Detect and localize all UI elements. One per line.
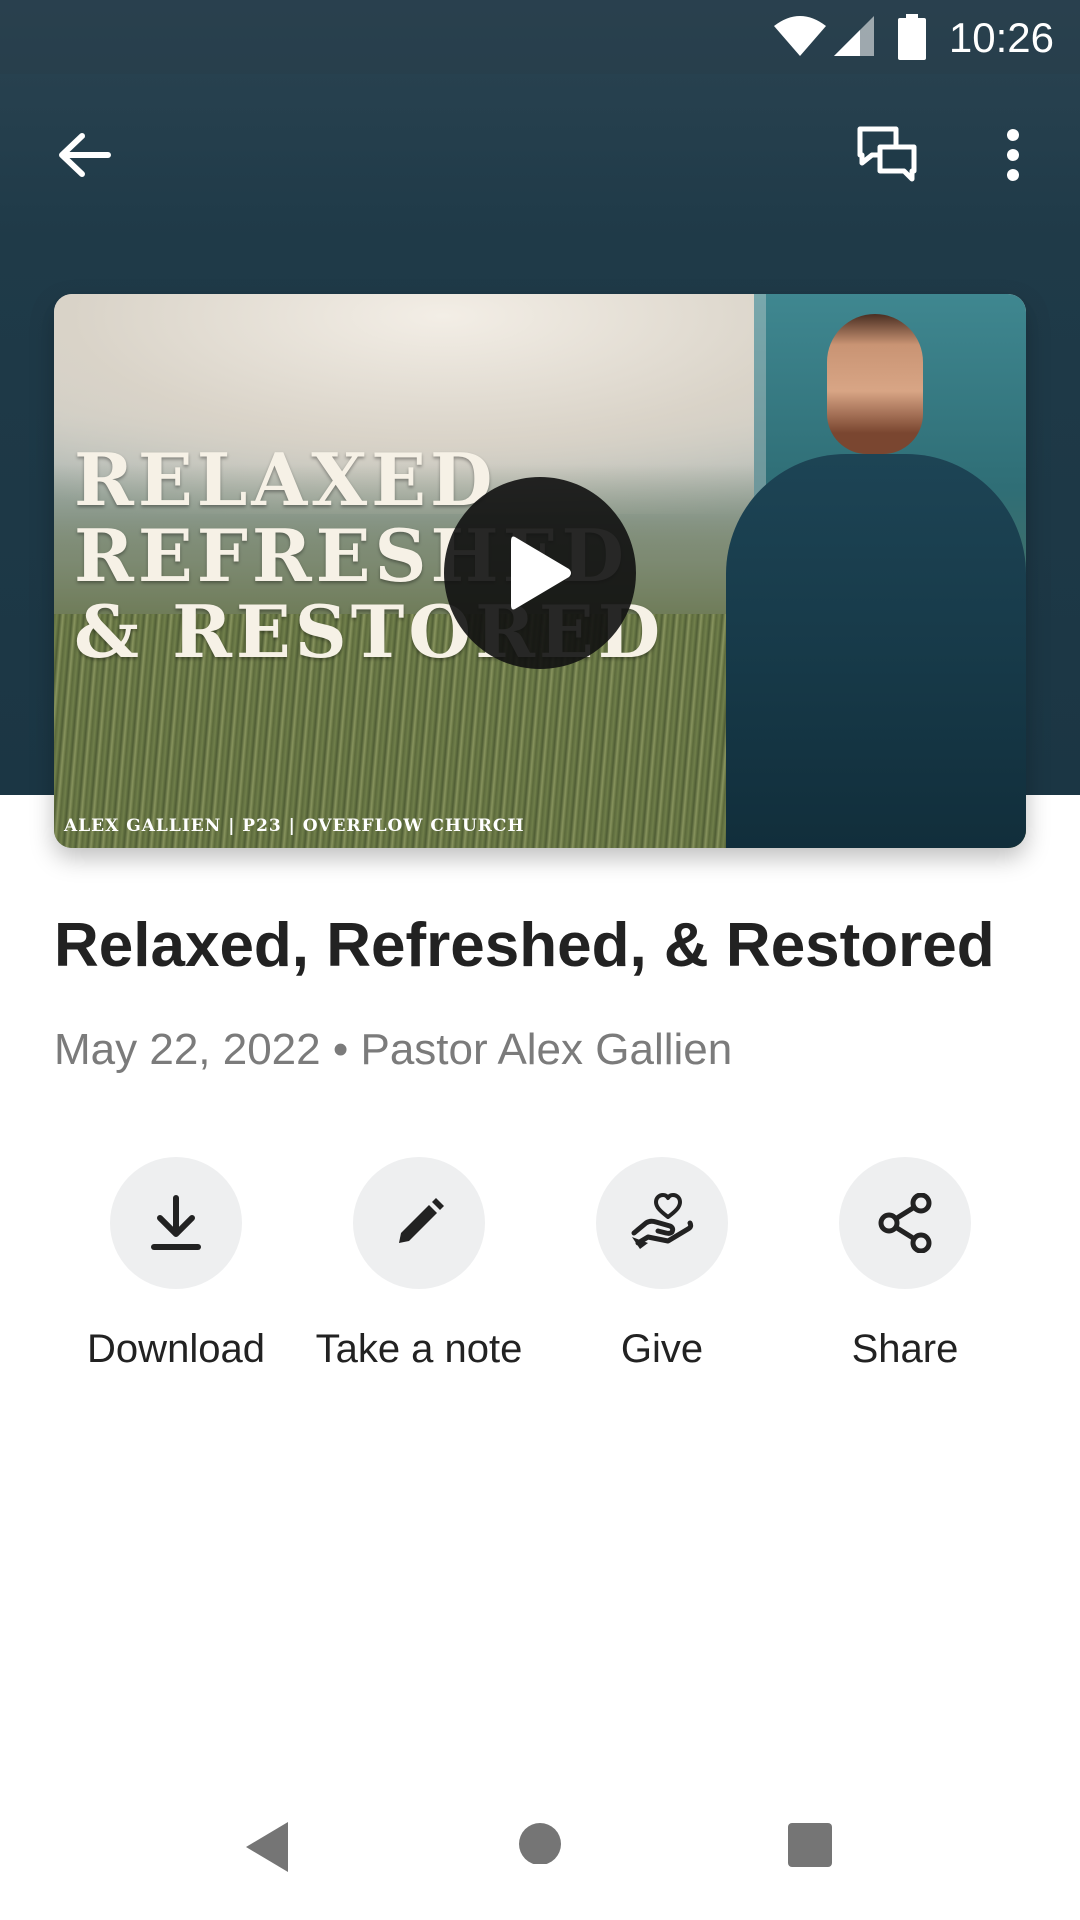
- system-back-button[interactable]: [244, 1820, 290, 1879]
- sermon-video-thumbnail[interactable]: RELAXED REFRESHED & RESTORED ALEX GALLIE…: [54, 294, 1026, 848]
- status-time: 10:26: [948, 14, 1054, 61]
- thumbnail-title-line: REFRESHED: [74, 513, 628, 598]
- take-note-circle: [353, 1157, 485, 1289]
- system-home-button[interactable]: [518, 1820, 562, 1869]
- recents-square-icon: [788, 1823, 832, 1867]
- play-icon: [511, 536, 571, 610]
- sermon-title: Relaxed, Refreshed, & Restored: [54, 911, 995, 980]
- download-circle: [110, 1157, 242, 1289]
- pencil-icon: [399, 1198, 444, 1243]
- thumbnail-title-line: & RESTORED: [74, 589, 665, 674]
- share-icon: [878, 1193, 932, 1253]
- give-button[interactable]: Give: [542, 1157, 782, 1372]
- download-label: Download: [87, 1327, 265, 1371]
- share-label: Share: [851, 1327, 959, 1371]
- download-button[interactable]: Download: [56, 1157, 296, 1372]
- play-button[interactable]: [444, 477, 636, 669]
- take-note-label: Take a note: [315, 1327, 523, 1371]
- home-circle-icon: [519, 1823, 561, 1865]
- take-note-button[interactable]: Take a note: [299, 1157, 539, 1372]
- arrow-back-icon: [59, 133, 111, 177]
- thumbnail-credit: ALEX GALLIEN | P23 | OVERFLOW CHURCH: [64, 816, 525, 836]
- give-label: Give: [620, 1327, 704, 1371]
- more-vert-icon: [1007, 129, 1019, 181]
- battery-icon: [898, 14, 926, 60]
- sermon-date-speaker: May 22, 2022 • Pastor Alex Gallien: [54, 1025, 733, 1074]
- thumbnail-title-line: RELAXED: [74, 437, 497, 522]
- download-icon: [151, 1195, 201, 1250]
- chat-bubbles-icon: [857, 126, 917, 182]
- more-options-button[interactable]: [973, 115, 1053, 195]
- thumbnail-title: RELAXED REFRESHED & RESTORED: [74, 442, 754, 670]
- wifi-icon: [774, 16, 826, 56]
- share-button[interactable]: Share: [785, 1157, 1025, 1372]
- share-circle: [839, 1157, 971, 1289]
- speaker-figure-body: [726, 454, 1026, 848]
- speaker-figure-head: [827, 314, 923, 454]
- give-heart-hand-icon: [631, 1193, 694, 1249]
- system-recents-button[interactable]: [786, 1820, 834, 1873]
- chat-button[interactable]: [848, 115, 928, 195]
- status-bar: 10:26: [0, 0, 1080, 74]
- back-button[interactable]: [44, 115, 124, 195]
- back-triangle-icon: [246, 1822, 288, 1872]
- cellular-signal-icon: [834, 16, 874, 56]
- give-circle: [596, 1157, 728, 1289]
